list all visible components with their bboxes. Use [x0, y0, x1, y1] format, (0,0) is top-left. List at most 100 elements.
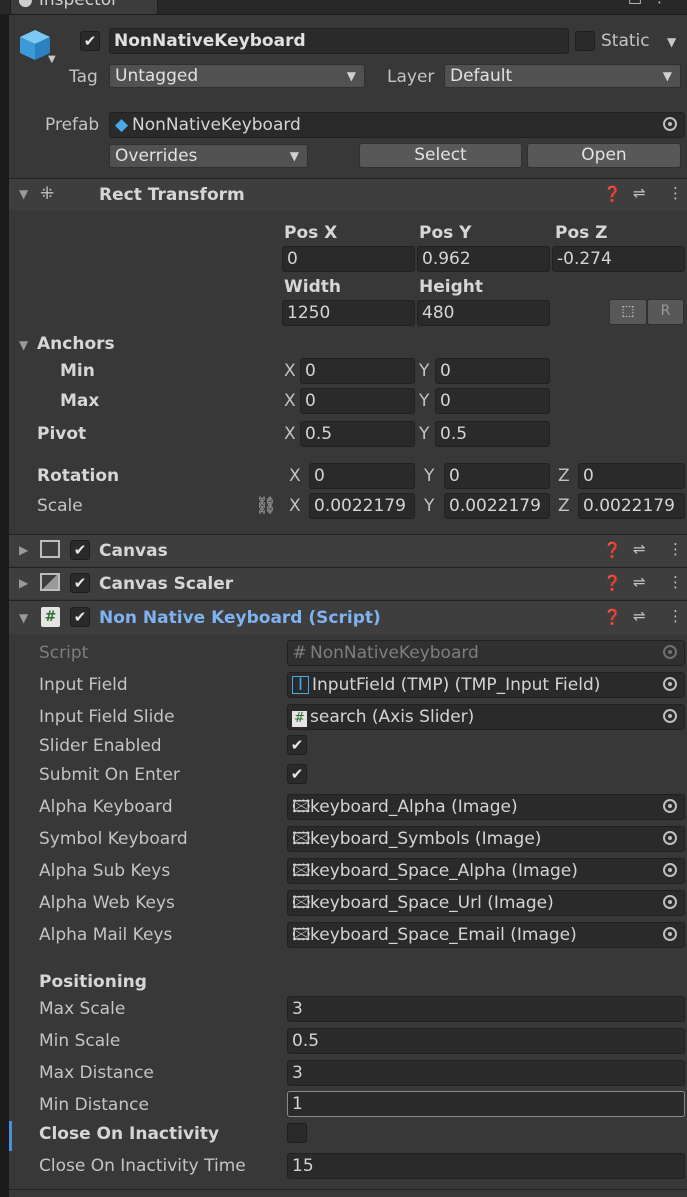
chevron-down-icon: ▼: [346, 69, 356, 83]
max-scale-field[interactable]: 3: [287, 996, 685, 1022]
image-icon: 🖾: [292, 893, 311, 913]
help-icon[interactable]: ❓: [603, 541, 622, 559]
submit-on-enter-checkbox[interactable]: ✔: [287, 764, 307, 784]
height-label: Height: [419, 277, 483, 297]
overrides-dropdown[interactable]: Overrides ▼: [109, 144, 308, 168]
preset-icon[interactable]: ⇌: [633, 573, 646, 591]
icon-dropdown-arrow[interactable]: ▼: [48, 54, 56, 65]
preset-icon[interactable]: ⇌: [633, 540, 646, 558]
object-picker-icon[interactable]: [663, 117, 677, 131]
active-checkbox[interactable]: ✔: [80, 31, 100, 51]
object-picker-icon[interactable]: [663, 831, 677, 845]
scale-z-field[interactable]: 0.0022179: [578, 493, 685, 519]
slider-enabled-checkbox[interactable]: ✔: [287, 735, 307, 755]
kebab-menu-icon[interactable]: ⋮: [668, 573, 683, 591]
object-picker-icon[interactable]: [663, 709, 677, 723]
height-field[interactable]: 480: [417, 300, 550, 326]
help-icon[interactable]: ❓: [603, 185, 622, 203]
object-picker-icon[interactable]: [663, 677, 677, 691]
axis-x-label: X: [289, 466, 301, 486]
scale-y-field[interactable]: 0.0022179: [444, 493, 550, 519]
object-picker-icon: [663, 645, 677, 659]
rotation-x-field[interactable]: 0: [309, 463, 415, 489]
blueprint-mode-button[interactable]: ⬚: [609, 299, 647, 325]
alpha-mail-keys-field[interactable]: 🖾keyboard_Space_Email (Image): [287, 922, 685, 948]
object-name-field[interactable]: NonNativeKeyboard: [109, 28, 569, 54]
input-field-slide-label: Input Field Slide: [39, 707, 175, 727]
canvas-scaler-enabled-checkbox[interactable]: ✔: [70, 573, 90, 593]
unlink-scale-icon[interactable]: ⛓: [255, 496, 277, 516]
help-icon[interactable]: ❓: [603, 608, 622, 626]
preset-icon[interactable]: ⇌: [633, 184, 646, 202]
object-picker-icon[interactable]: [663, 863, 677, 877]
input-field-field[interactable]: I InputField (TMP) (TMP_Input Field): [287, 672, 685, 698]
inspector-tab-label: ● Inspector: [18, 0, 118, 10]
alpha-sub-keys-value: keyboard_Space_Alpha (Image): [310, 861, 578, 881]
section-divider: [9, 1189, 687, 1190]
positioning-heading: Positioning: [39, 972, 147, 992]
input-field-slide-field[interactable]: # search (Axis Slider): [287, 704, 685, 730]
tab-menu-icons[interactable]: □⋮: [628, 0, 677, 6]
rotation-y-field[interactable]: 0: [444, 463, 550, 489]
rotation-z-field[interactable]: 0: [578, 463, 685, 489]
object-picker-icon[interactable]: [663, 895, 677, 909]
open-button[interactable]: Open: [527, 143, 681, 168]
alpha-sub-keys-field[interactable]: 🖾keyboard_Space_Alpha (Image): [287, 858, 685, 884]
input-field-value: InputField (TMP) (TMP_Input Field): [312, 675, 601, 695]
gameobject-cube-icon[interactable]: [18, 28, 52, 62]
foldout-arrow-icon[interactable]: ▼: [19, 187, 28, 201]
modified-indicator: [9, 1121, 12, 1151]
foldout-arrow-icon[interactable]: ▶: [19, 576, 28, 590]
preset-icon[interactable]: ⇌: [633, 607, 646, 625]
anchor-max-y-field[interactable]: 0: [435, 388, 550, 414]
max-distance-field[interactable]: 3: [287, 1060, 685, 1086]
anchors-foldout-icon[interactable]: ▼: [19, 338, 28, 352]
symbol-keyboard-field[interactable]: 🖾keyboard_Symbols (Image): [287, 826, 685, 852]
scale-x-field[interactable]: 0.0022179: [309, 493, 415, 519]
alpha-keyboard-field[interactable]: 🖾keyboard_Alpha (Image): [287, 794, 685, 820]
min-scale-field[interactable]: 0.5: [287, 1028, 685, 1054]
kebab-menu-icon[interactable]: ⋮: [668, 540, 683, 558]
alpha-web-keys-field[interactable]: 🖾keyboard_Space_Url (Image): [287, 890, 685, 916]
raw-edit-button[interactable]: R: [647, 299, 684, 325]
canvas-title: Canvas: [99, 541, 168, 561]
close-on-inactivity-checkbox[interactable]: [287, 1123, 307, 1143]
pos-x-field[interactable]: 0: [282, 246, 415, 272]
layer-value: Default: [450, 66, 513, 86]
static-checkbox[interactable]: [575, 31, 595, 51]
anchor-max-x-field[interactable]: 0: [300, 388, 415, 414]
foldout-arrow-icon[interactable]: ▶: [19, 543, 28, 557]
max-distance-label: Max Distance: [39, 1063, 154, 1083]
canvas-enabled-checkbox[interactable]: ✔: [70, 540, 90, 560]
anchors-label: Anchors: [37, 334, 115, 354]
canvas-scaler-title: Canvas Scaler: [99, 574, 234, 594]
axis-x-label: X: [284, 424, 296, 444]
close-on-inactivity-time-field[interactable]: 15: [287, 1153, 685, 1179]
pivot-x-field[interactable]: 0.5: [300, 421, 415, 447]
width-field[interactable]: 1250: [282, 300, 415, 326]
select-button[interactable]: Select: [359, 143, 522, 168]
image-icon: 🖾: [292, 925, 311, 945]
prefab-field[interactable]: ◆ NonNativeKeyboard: [109, 112, 685, 138]
image-icon: 🖾: [292, 861, 311, 881]
script-label: Script: [39, 643, 89, 663]
pivot-y-field[interactable]: 0.5: [435, 421, 550, 447]
min-distance-field[interactable]: 1: [287, 1091, 685, 1117]
chevron-down-icon: ▼: [662, 69, 672, 83]
layer-dropdown[interactable]: Default ▼: [444, 64, 681, 88]
foldout-arrow-icon[interactable]: ▼: [19, 611, 28, 625]
object-picker-icon[interactable]: [663, 927, 677, 941]
object-picker-icon[interactable]: [663, 799, 677, 813]
kebab-menu-icon[interactable]: ⋮: [668, 607, 683, 625]
tag-dropdown[interactable]: Untagged ▼: [109, 64, 365, 88]
pos-y-field[interactable]: 0.962: [417, 246, 550, 272]
script-icon: #: [292, 643, 307, 663]
text-cursor-icon: I: [292, 676, 309, 694]
static-dropdown-arrow[interactable]: ▼: [667, 35, 676, 49]
kebab-menu-icon[interactable]: ⋮: [668, 184, 683, 202]
help-icon[interactable]: ❓: [603, 574, 622, 592]
pos-z-field[interactable]: -0.274: [552, 246, 685, 272]
script-enabled-checkbox[interactable]: ✔: [70, 607, 90, 627]
anchor-min-y-field[interactable]: 0: [435, 358, 550, 384]
anchor-min-x-field[interactable]: 0: [300, 358, 415, 384]
